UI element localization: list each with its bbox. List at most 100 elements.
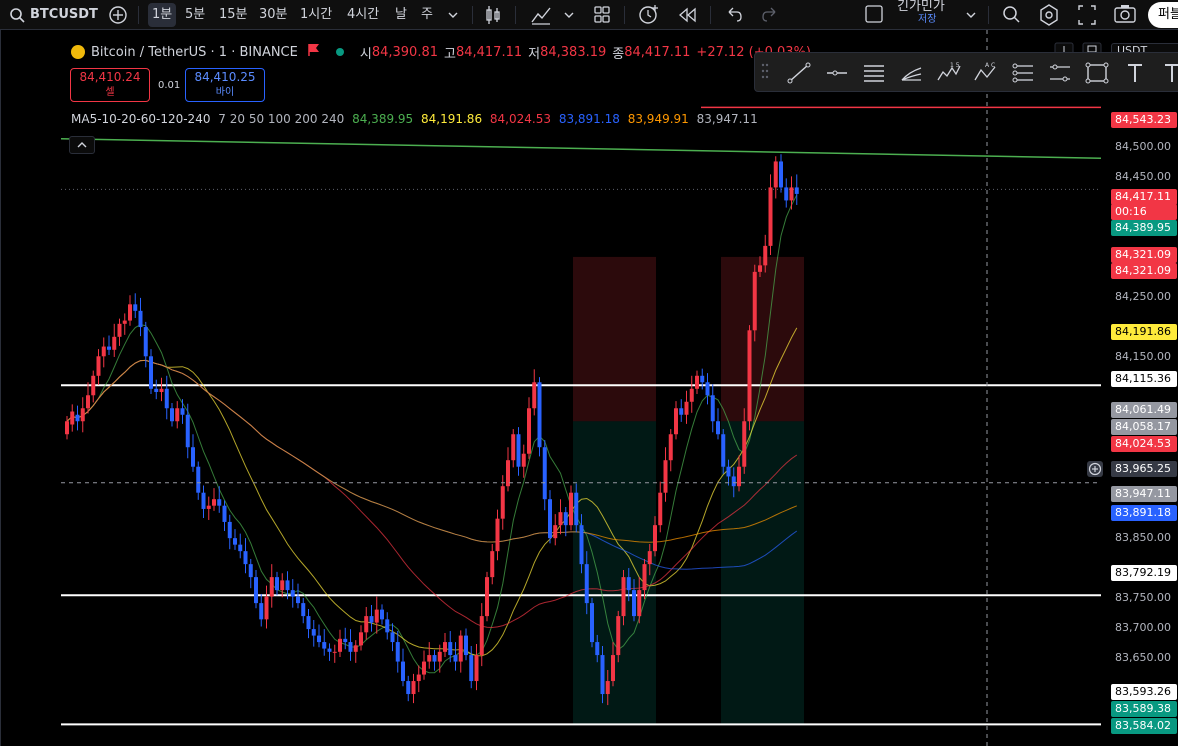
fullscreen-icon[interactable]: [1076, 0, 1098, 30]
chevron-down-icon[interactable]: [446, 0, 460, 30]
interval-15m[interactable]: 15분: [219, 0, 248, 30]
fib-retracement-tool-icon[interactable]: [1007, 53, 1037, 93]
interval-30m[interactable]: 30분: [259, 0, 288, 30]
candle-body: [164, 388, 169, 409]
candle-body: [542, 447, 547, 500]
crosshair-add-icon[interactable]: [1087, 461, 1103, 477]
interval-week[interactable]: 주: [421, 0, 433, 30]
ma-value: 84,389.95: [352, 112, 414, 126]
chevron-down-icon[interactable]: [562, 0, 576, 30]
price-tag-position: 83,589.38: [1111, 701, 1177, 717]
replay-icon[interactable]: [677, 0, 699, 30]
undo-icon[interactable]: [724, 0, 744, 30]
interval-5m[interactable]: 5분: [185, 0, 205, 30]
candle-body: [133, 304, 138, 311]
abc-pattern-tool-icon[interactable]: A C: [969, 53, 999, 93]
candles-chart-type-icon[interactable]: [483, 0, 503, 30]
sell-price: 84,410.24: [79, 70, 141, 84]
price-tag-ma: 84,389.95: [1111, 220, 1177, 236]
candle-body: [663, 460, 668, 493]
stop-loss-zone: [721, 256, 804, 422]
chart-area[interactable]: Bitcoin / TetherUS · 1 · BINANCE 시 84,390…: [0, 30, 1178, 746]
price-axis[interactable]: 84,500.00 84,450.00 84,250.00 84,150.00 …: [1087, 30, 1178, 746]
price-tag-countdown: 00:16: [1111, 204, 1177, 220]
candle-body: [238, 544, 243, 552]
indicators-icon[interactable]: [530, 0, 552, 30]
ma-indicator-params: 7 20 50 100 200 240: [218, 112, 345, 126]
sell-button[interactable]: 84,410.24 셀: [70, 68, 150, 102]
buy-button[interactable]: 84,410.25 바이: [185, 68, 265, 102]
high-label: 고: [444, 46, 456, 62]
candle-body: [453, 655, 458, 662]
horizontal-ray-tool-icon[interactable]: [821, 53, 851, 93]
collapse-legend-button[interactable]: [69, 136, 95, 154]
candle-body: [369, 616, 374, 623]
ma-value: 84,191.86: [421, 112, 483, 126]
candle-body: [380, 609, 384, 620]
candle-body: [175, 408, 180, 422]
layout-checkbox-icon[interactable]: [864, 0, 884, 30]
candle-body: [317, 635, 321, 643]
candle-body: [285, 580, 290, 591]
candle-body: [348, 642, 353, 652]
compare-add-icon[interactable]: [108, 0, 128, 30]
alert-clock-icon[interactable]: [637, 0, 661, 30]
candle-body: [390, 632, 395, 643]
symbol-search-icon[interactable]: [8, 0, 26, 30]
ma-indicator-name[interactable]: MA5-10-20-60-120-240: [71, 112, 210, 126]
price-tag-position: 84,058.17: [1111, 419, 1177, 435]
symbol-name[interactable]: BTCUSDT: [30, 0, 98, 30]
ma-value: 83,947.11: [696, 112, 758, 126]
layout-save-status[interactable]: 저장: [918, 13, 936, 27]
price-tag-level: 84,115.36: [1111, 371, 1177, 387]
price-tag-position: 84,321.09: [1111, 247, 1177, 263]
parallel-channel-tool-icon[interactable]: [858, 53, 888, 93]
candle-body: [217, 499, 222, 506]
interval-4h[interactable]: 4시간: [347, 0, 379, 30]
candle-body: [332, 651, 337, 653]
symbol-pair-title[interactable]: Bitcoin / TetherUS · 1 · BINANCE: [91, 45, 298, 60]
candle-body: [621, 577, 626, 617]
trend-line-tool-icon[interactable]: [783, 53, 813, 93]
candle-body: [280, 580, 285, 591]
candle-body: [742, 421, 747, 467]
ma-value: 84,024.53: [489, 112, 551, 126]
settings-gear-icon[interactable]: [1038, 0, 1060, 30]
price-chart[interactable]: [1, 30, 1178, 746]
candle-body: [548, 499, 552, 539]
price-tick: 83,650.00: [1115, 651, 1171, 664]
candle-body: [574, 492, 579, 526]
candle-body: [196, 466, 201, 493]
price-tag-crosshair: 83,965.25: [1111, 461, 1177, 477]
candle-body: [721, 434, 726, 467]
spread-value: 0.01: [158, 80, 181, 91]
ma-indicator-legend[interactable]: MA5-10-20-60-120-240 7 20 50 100 200 240…: [71, 112, 762, 126]
interval-1m[interactable]: 1분: [148, 3, 177, 27]
candle-body: [616, 616, 621, 656]
long-position-tool-icon[interactable]: [1044, 53, 1074, 93]
candle-body: [558, 512, 563, 526]
candle-body: [726, 466, 731, 477]
candle-body: [537, 382, 542, 448]
candle-body: [490, 551, 495, 578]
layouts-grid-icon[interactable]: [592, 0, 612, 30]
candle-body: [185, 414, 190, 448]
candle-body: [432, 655, 437, 662]
candle-body: [553, 525, 558, 539]
chevron-down-icon[interactable]: [964, 0, 978, 30]
interval-day[interactable]: 날: [395, 0, 407, 30]
candle-body: [227, 521, 232, 539]
candle-body: [149, 356, 153, 389]
elliott-wave-tool-icon[interactable]: 1 5: [932, 53, 962, 93]
interval-1h[interactable]: 1시간: [300, 0, 332, 30]
camera-snapshot-icon[interactable]: [1113, 0, 1137, 30]
flag-icon[interactable]: [308, 43, 320, 61]
candle-body: [374, 609, 379, 623]
drag-handle-icon[interactable]: [757, 53, 773, 93]
quick-search-icon[interactable]: [1000, 0, 1022, 30]
fib-fan-tool-icon[interactable]: [895, 53, 925, 93]
candle-body: [306, 616, 311, 630]
publish-button[interactable]: 퍼블: [1148, 2, 1178, 28]
candle-body: [595, 642, 600, 656]
candle-body: [605, 681, 610, 695]
